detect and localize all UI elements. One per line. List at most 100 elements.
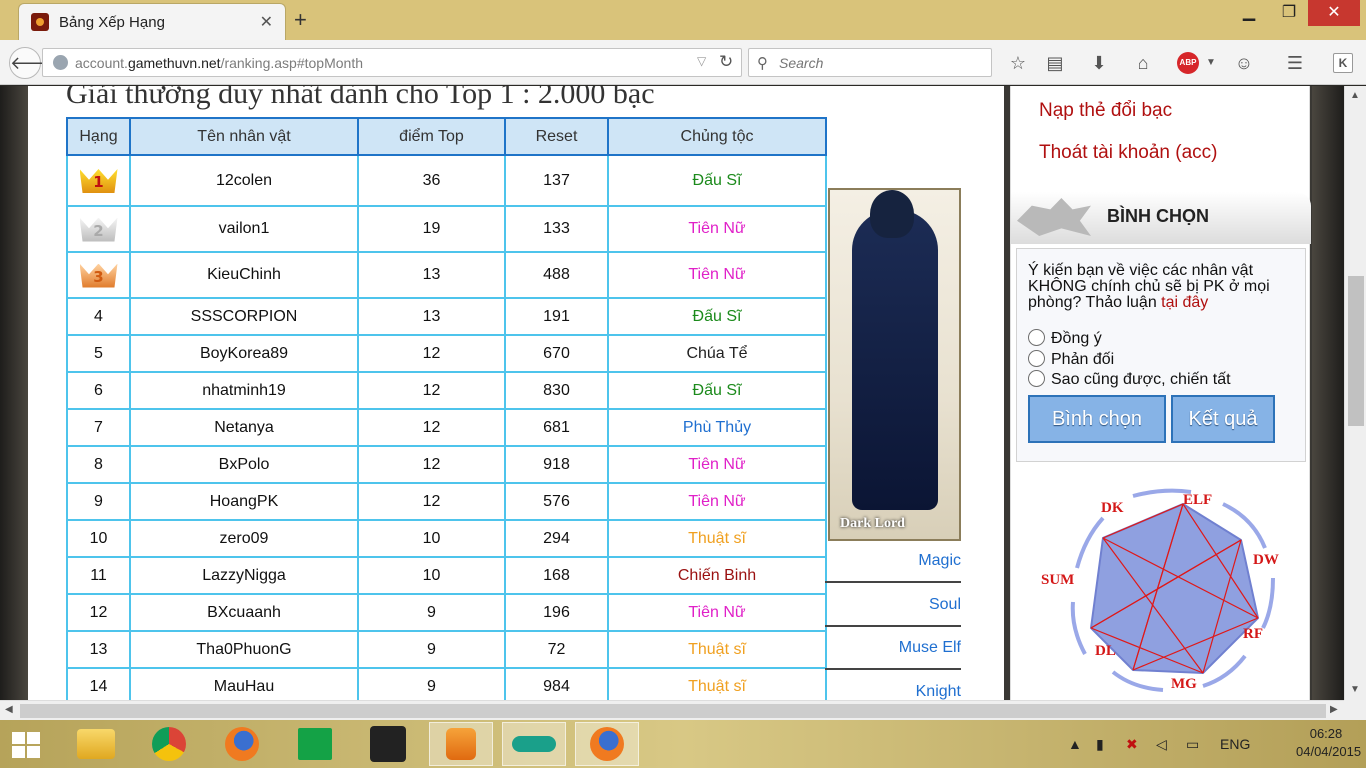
- system-clock[interactable]: 06:28 04/04/2015: [1296, 725, 1361, 761]
- class-divider: [825, 668, 961, 670]
- taskbar-store[interactable]: [283, 722, 347, 766]
- table-row: 11 LazzyNigga 10 168 Chiến Binh: [66, 556, 827, 595]
- store-icon: [298, 728, 332, 760]
- race-cell: Đấu Sĩ: [607, 154, 827, 207]
- crown-rank: 2: [93, 221, 104, 240]
- logout-link[interactable]: Thoát tài khoản (acc): [1039, 142, 1217, 164]
- taskbar-mu-game[interactable]: [356, 722, 420, 766]
- download-icon[interactable]: ⬇: [1087, 51, 1111, 75]
- input-language[interactable]: ENG: [1220, 736, 1250, 752]
- search-bar[interactable]: ⚲: [748, 48, 992, 77]
- rank-cell: 14: [66, 667, 131, 700]
- character-caption: Dark Lord: [840, 516, 905, 531]
- name-cell: BoyKorea89: [129, 334, 359, 373]
- chrome-icon: [152, 727, 186, 761]
- reset-cell: 72: [504, 630, 609, 669]
- url-dropdown-icon[interactable]: ▽: [697, 54, 706, 68]
- reading-list-icon[interactable]: ▤: [1043, 51, 1067, 75]
- cycle-label-dk: DK: [1101, 500, 1124, 516]
- start-button[interactable]: [12, 732, 42, 758]
- window-minimize-button[interactable]: ▁: [1232, 0, 1266, 26]
- scroll-up-icon[interactable]: ▲: [1350, 90, 1360, 101]
- bookmark-star-icon[interactable]: ☆: [1006, 51, 1030, 75]
- cycle-polygon: [1089, 502, 1260, 675]
- display-icon[interactable]: ▭: [1186, 736, 1199, 753]
- class-cycle-diagram: ELF DW RF MG DL SUM DK: [1033, 478, 1291, 700]
- score-cell: 10: [357, 519, 506, 558]
- scroll-left-icon[interactable]: ◀: [5, 704, 13, 715]
- chat-icon[interactable]: ☺: [1232, 51, 1256, 75]
- taskbar-media-player[interactable]: [429, 722, 493, 766]
- taskbar-viettel[interactable]: [502, 722, 566, 766]
- class-link-knight[interactable]: Knight: [825, 683, 961, 700]
- network-error-icon[interactable]: ✖: [1126, 736, 1138, 753]
- radio-button[interactable]: [1028, 350, 1045, 367]
- race-cell: Tiên Nữ: [607, 205, 827, 253]
- race-cell: Đấu Sĩ: [607, 297, 827, 336]
- window-close-button[interactable]: ✕: [1308, 0, 1360, 26]
- scroll-down-icon[interactable]: ▼: [1350, 684, 1360, 695]
- table-row: 1 12colen 36 137 Đấu Sĩ: [66, 154, 827, 207]
- name-cell: vailon1: [129, 205, 359, 253]
- url-bar[interactable]: account.gamethuvn.net/ranking.asp#topMon…: [42, 48, 742, 77]
- adblock-icon[interactable]: ABP: [1177, 52, 1199, 74]
- rank-cell: 13: [66, 630, 131, 669]
- browser-tab[interactable]: Bảng Xếp Hạng ✕: [18, 3, 286, 40]
- windows-logo-icon: [12, 732, 25, 744]
- file-explorer-icon: [77, 729, 115, 759]
- home-icon[interactable]: ⌂: [1131, 51, 1155, 75]
- back-button[interactable]: 🡐: [9, 47, 58, 79]
- class-link-magic[interactable]: Magic: [825, 552, 961, 570]
- new-tab-button[interactable]: +: [294, 7, 307, 33]
- horizontal-scrollbar[interactable]: ◀ ▶: [0, 700, 1344, 720]
- battery-icon[interactable]: ▮: [1096, 736, 1104, 753]
- poll-option-agree[interactable]: Đồng ý: [1028, 329, 1102, 348]
- poll-option-whatever[interactable]: Sao cũng được, chiến tất: [1028, 370, 1231, 389]
- page-background-right: [1312, 86, 1344, 700]
- class-link-soul[interactable]: Soul: [825, 596, 961, 614]
- name-cell: 12colen: [129, 154, 359, 207]
- taskbar-chrome[interactable]: [137, 722, 201, 766]
- vertical-scroll-thumb[interactable]: [1348, 276, 1364, 426]
- radio-button[interactable]: [1028, 329, 1045, 346]
- reset-cell: 137: [504, 154, 609, 207]
- window-maximize-button[interactable]: ❐: [1272, 0, 1306, 26]
- tray-expand-icon[interactable]: ▲: [1068, 736, 1082, 752]
- race-cell: Tiên Nữ: [607, 593, 827, 632]
- reset-cell: 918: [504, 445, 609, 484]
- viettel-icon: [512, 736, 556, 752]
- vote-button[interactable]: Bình chọn: [1028, 395, 1166, 443]
- vertical-scrollbar[interactable]: ▲ ▼: [1344, 86, 1366, 700]
- topup-link[interactable]: Nạp thẻ đổi bạc: [1039, 100, 1172, 122]
- menu-icon[interactable]: ☰: [1283, 51, 1307, 75]
- taskbar-firefox[interactable]: [210, 722, 274, 766]
- rank-cell: 5: [66, 334, 131, 373]
- result-button[interactable]: Kết quả: [1171, 395, 1275, 443]
- scroll-right-icon[interactable]: ▶: [1330, 704, 1338, 715]
- table-row: 6 nhatminh19 12 830 Đấu Sĩ: [66, 371, 827, 410]
- reload-icon[interactable]: ↻: [719, 52, 733, 72]
- score-cell: 12: [357, 371, 506, 410]
- poll-option-disagree[interactable]: Phản đối: [1028, 350, 1114, 369]
- cycle-label-dl: DL: [1095, 643, 1116, 659]
- tab-close-icon[interactable]: ✕: [260, 12, 273, 32]
- table-row: 10 zero09 10 294 Thuật sĩ: [66, 519, 827, 558]
- dark-lord-character-image: Dark Lord: [828, 188, 961, 541]
- url-text[interactable]: account.gamethuvn.net/ranking.asp#topMon…: [75, 55, 363, 71]
- reset-cell: 830: [504, 371, 609, 410]
- table-header-row: Hạng Tên nhân vật điểm Top Reset Chủng t…: [66, 117, 827, 156]
- radio-button[interactable]: [1028, 370, 1045, 387]
- volume-icon[interactable]: ◁: [1156, 736, 1167, 753]
- taskbar-file-explorer[interactable]: [64, 722, 128, 766]
- rank-cell: 9: [66, 482, 131, 521]
- class-link-muse-elf[interactable]: Muse Elf: [825, 639, 961, 657]
- horizontal-scroll-thumb[interactable]: [20, 704, 1326, 718]
- race-cell: Thuật sĩ: [607, 519, 827, 558]
- rank-cell: 12: [66, 593, 131, 632]
- extension-k-icon[interactable]: K: [1333, 53, 1353, 73]
- chevron-down-icon[interactable]: ▼: [1199, 51, 1223, 75]
- taskbar-firefox-active[interactable]: [575, 722, 639, 766]
- search-input[interactable]: [779, 53, 984, 73]
- poll-discussion-link[interactable]: tại đây: [1161, 294, 1208, 311]
- table-row: 12 BXcuaanh 9 196 Tiên Nữ: [66, 593, 827, 632]
